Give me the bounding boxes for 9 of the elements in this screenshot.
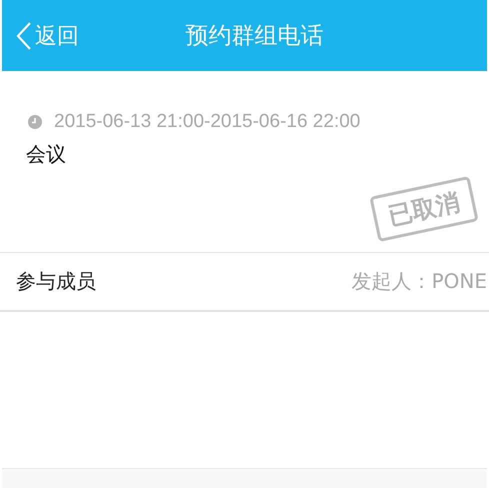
page-title: 预约群组电话 <box>186 22 324 51</box>
meeting-time: 2015-06-13 21:00-2015-06-16 22:00 <box>54 111 360 133</box>
clock-icon <box>28 115 42 129</box>
members-label: 参与成员 <box>16 268 96 295</box>
back-button[interactable]: 返回 <box>2 20 79 50</box>
cancelled-stamp: 已取消 <box>369 176 479 242</box>
meeting-subject: 会议 <box>26 141 67 168</box>
chevron-icon <box>16 20 32 50</box>
initiator-text: 发起人：PONE <box>352 268 487 295</box>
